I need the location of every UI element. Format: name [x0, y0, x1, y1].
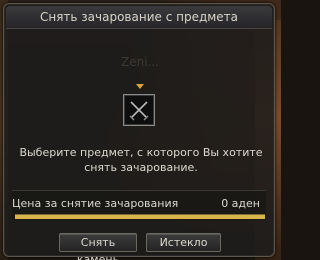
dialog-titlebar[interactable]: Снять зачарование с предмета	[6, 6, 272, 29]
price-label: Цена за снятие зачарования	[12, 197, 179, 210]
price-value: 0 аден	[221, 197, 260, 210]
crossed-swords-icon	[129, 101, 149, 121]
dialog-title: Снять зачарование с предмета	[39, 10, 239, 24]
price-progress-bar	[15, 214, 265, 219]
background-ghost-text: Zeni...	[121, 55, 159, 69]
price-progress-fill	[15, 215, 265, 219]
game-scene: Снять зачарование с предмета Zeni... Выб…	[0, 0, 281, 260]
instruction-text: Выберите предмет, с которого Вы хотите с…	[19, 146, 263, 174]
slot-indicator-arrow-icon	[136, 84, 144, 89]
item-slot[interactable]	[123, 94, 155, 126]
remove-enchant-dialog: Снять зачарование с предмета Zeni... Выб…	[3, 3, 275, 260]
expired-button[interactable]: Истекло	[146, 233, 221, 252]
remove-stone-button[interactable]: Снять камень	[59, 233, 137, 260]
